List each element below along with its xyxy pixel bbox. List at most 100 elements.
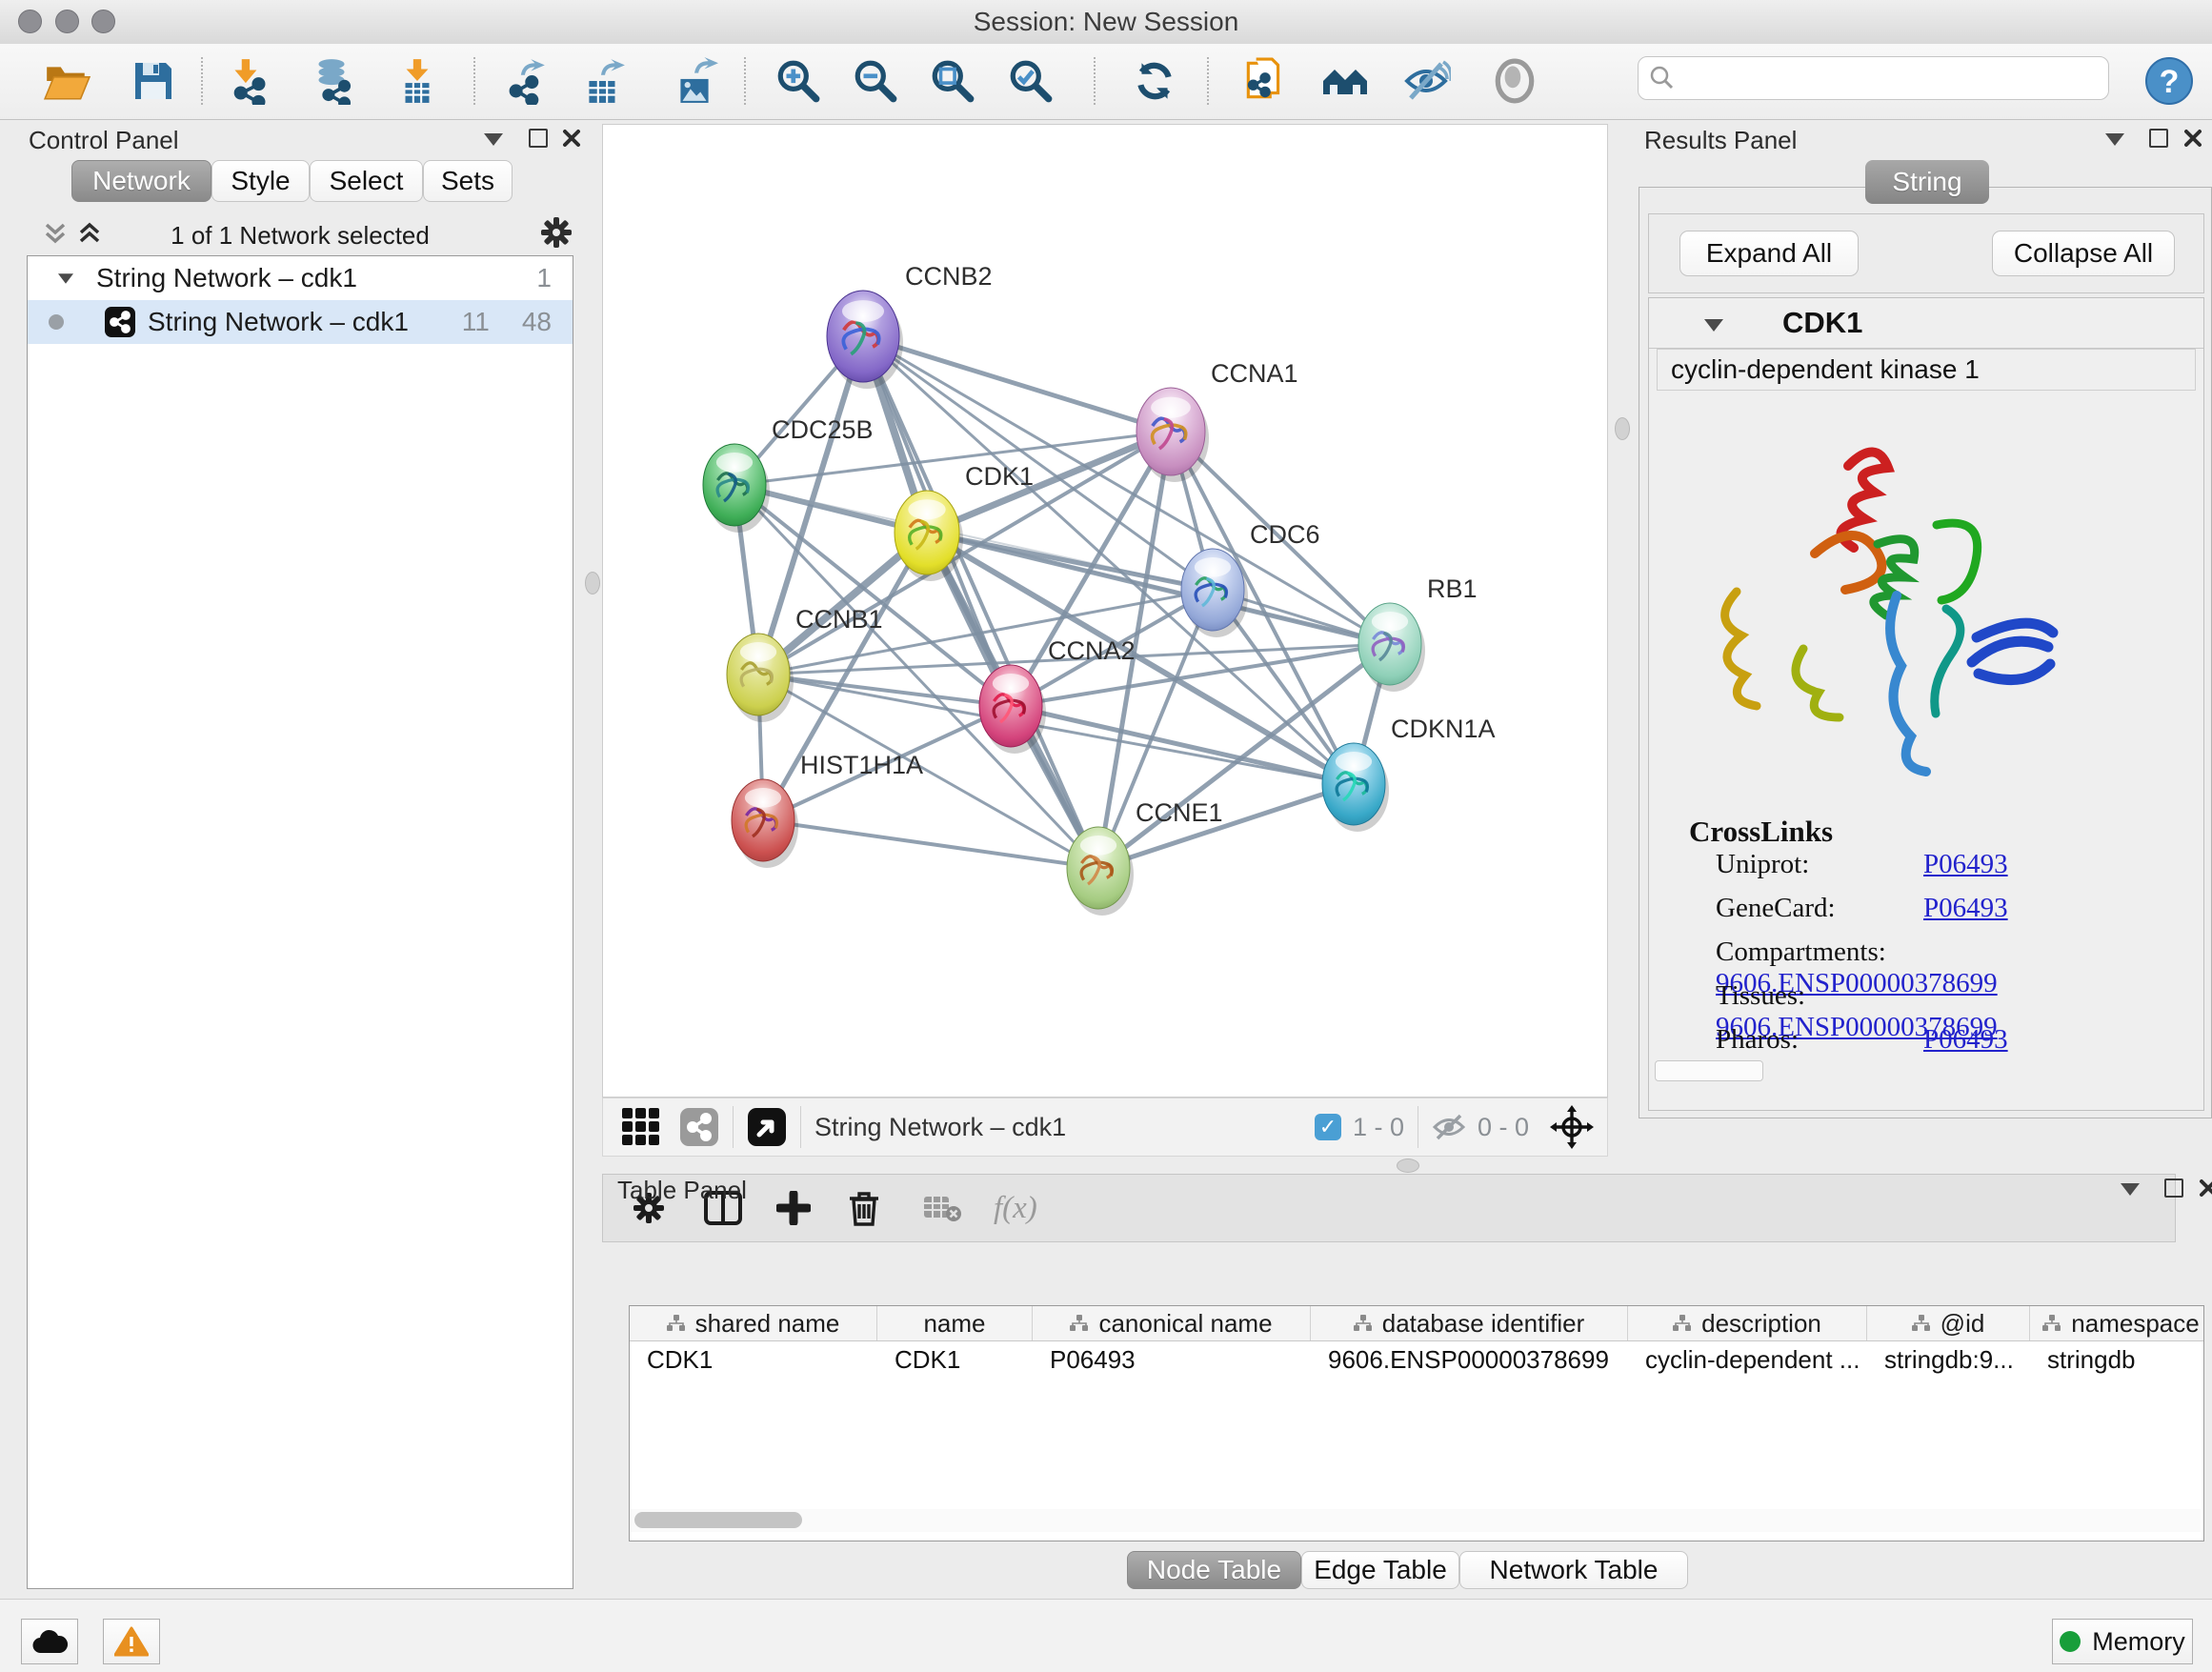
grid-view-icon[interactable] <box>620 1106 662 1148</box>
table-cell[interactable]: P06493 <box>1033 1341 1311 1378</box>
results-panel-menu-button[interactable] <box>2105 133 2124 146</box>
column-header-database-identifier[interactable]: database identifier <box>1311 1306 1628 1340</box>
node-label-CCNB1: CCNB1 <box>795 605 883 634</box>
delete-column-button[interactable] <box>834 1179 895 1237</box>
open-session-button[interactable] <box>40 54 93 108</box>
bottom-splitter-grip[interactable] <box>1397 1158 1419 1173</box>
zoom-selected-button[interactable] <box>1004 54 1057 108</box>
control-panel-float-button[interactable] <box>529 129 548 148</box>
import-network-file-button[interactable] <box>221 54 274 108</box>
entry-collapse-icon[interactable] <box>1704 319 1723 332</box>
graph-node-CCNA1[interactable]: CCNA1 <box>1136 359 1298 482</box>
tab-string[interactable]: String <box>1865 160 1989 204</box>
node-label-CDC6: CDC6 <box>1250 520 1320 549</box>
delete-table-button[interactable] <box>912 1179 973 1237</box>
zoom-fit-button[interactable] <box>926 54 979 108</box>
tab-node-table[interactable]: Node Table <box>1127 1551 1301 1589</box>
graph-edge-CCNB2-CCNA1[interactable] <box>863 336 1171 432</box>
search-input[interactable] <box>1686 59 2108 97</box>
cloud-status-button[interactable] <box>21 1619 78 1664</box>
control-panel-menu-button[interactable] <box>484 133 503 146</box>
tab-network-table[interactable]: Network Table <box>1459 1551 1688 1589</box>
import-table-button[interactable] <box>391 54 444 108</box>
graph-edge-CCNB2-RB1[interactable] <box>863 336 1390 644</box>
collection-expand-icon[interactable] <box>58 273 73 283</box>
tab-edge-table[interactable]: Edge Table <box>1301 1551 1459 1589</box>
search-bar[interactable] <box>1638 56 2109 100</box>
birdseye-view-icon[interactable] <box>747 1107 787 1147</box>
graph-edge-CCNB1-CCNA2[interactable] <box>758 675 1011 706</box>
function-builder-button[interactable]: f(x) <box>994 1191 1037 1226</box>
left-splitter-grip[interactable] <box>585 572 600 594</box>
create-column-button[interactable] <box>763 1179 824 1237</box>
crosslink-link[interactable]: P06493 <box>1923 1024 2008 1055</box>
export-table-button[interactable] <box>576 54 630 108</box>
table-cell[interactable]: CDK1 <box>630 1341 877 1378</box>
network-options-gear-icon[interactable] <box>539 215 573 250</box>
export-network-icon <box>501 57 549 105</box>
table-row[interactable]: CDK1CDK1P064939606.ENSP00000378699cyclin… <box>630 1341 2203 1378</box>
tab-sets[interactable]: Sets <box>423 160 513 202</box>
graph-node-RB1[interactable]: RB1 <box>1358 574 1478 692</box>
apply-layout-button[interactable] <box>1128 54 1181 108</box>
table-hscrollbar-thumb[interactable] <box>634 1512 802 1528</box>
entry-hscrollbar-thumb[interactable] <box>1655 1060 1763 1081</box>
column-header-name[interactable]: name <box>877 1306 1033 1340</box>
results-panel-float-button[interactable] <box>2149 129 2168 148</box>
tab-select[interactable]: Select <box>310 160 423 202</box>
export-network-button[interactable] <box>498 54 552 108</box>
column-header-canonical-name[interactable]: canonical name <box>1033 1306 1311 1340</box>
table-panel-menu-button[interactable] <box>2121 1183 2140 1196</box>
graph-node-CDKN1A[interactable]: CDKN1A <box>1322 715 1496 832</box>
graph-edge-HIST1H1A-CCNE1[interactable] <box>763 820 1098 868</box>
column-header-shared-name[interactable]: shared name <box>630 1306 877 1340</box>
graph-edge-CCNA2-CDKN1A[interactable] <box>1011 706 1354 784</box>
column-header--id[interactable]: @id <box>1867 1306 2030 1340</box>
node-label-CDKN1A: CDKN1A <box>1391 715 1496 743</box>
zoom-in-button[interactable] <box>772 54 825 108</box>
graph-edge-CCNB2-CCNE1[interactable] <box>863 336 1098 868</box>
table-cell[interactable]: cyclin-dependent ... <box>1628 1341 1867 1378</box>
memory-button[interactable]: Memory <box>2052 1619 2193 1664</box>
table-panel-close-button[interactable] <box>2199 1178 2212 1198</box>
right-splitter-grip[interactable] <box>1615 417 1630 440</box>
save-session-button[interactable] <box>127 54 180 108</box>
table-cell[interactable]: CDK1 <box>877 1341 1033 1378</box>
tab-style[interactable]: Style <box>211 160 310 202</box>
help-button[interactable]: ? <box>2142 54 2196 108</box>
footer-separator <box>800 1106 801 1148</box>
hidden-eye-icon[interactable] <box>1432 1112 1466 1142</box>
column-header-description[interactable]: description <box>1628 1306 1867 1340</box>
new-network-from-selection-button[interactable] <box>1237 54 1291 108</box>
first-neighbors-button[interactable] <box>1318 54 1372 108</box>
table-cell[interactable]: 9606.ENSP00000378699 <box>1311 1341 1628 1378</box>
export-image-button[interactable] <box>668 54 721 108</box>
import-network-database-button[interactable] <box>305 54 358 108</box>
tab-network[interactable]: Network <box>71 160 211 202</box>
toolbar-separator <box>473 57 475 105</box>
hide-selected-button[interactable] <box>1399 54 1453 108</box>
table-cell[interactable]: stringdb:9... <box>1867 1341 2030 1378</box>
crosslink-link[interactable]: P06493 <box>1923 849 2008 879</box>
network-share-badge-icon[interactable] <box>679 1107 719 1147</box>
table-hscrollbar-track[interactable] <box>631 1509 2201 1532</box>
expand-all-button[interactable]: Expand All <box>1679 231 1859 276</box>
warnings-button[interactable] <box>103 1619 160 1664</box>
table-panel-float-button[interactable] <box>2164 1178 2183 1198</box>
show-all-button[interactable] <box>1488 54 1541 108</box>
fit-selected-crosshair-icon[interactable] <box>1550 1105 1594 1149</box>
table-cell[interactable]: stringdb <box>2030 1341 2204 1378</box>
network-collection-row[interactable]: String Network – cdk1 1 <box>28 256 573 300</box>
control-panel-close-button[interactable] <box>562 129 581 148</box>
network-canvas[interactable]: CCNB2CCNA1CDC25BCDK1CDC6RB1CCNB1CCNA2CDK… <box>602 124 1608 1098</box>
gray-eye-icon <box>1491 57 1538 105</box>
selected-checkbox-icon[interactable]: ✓ <box>1315 1114 1341 1140</box>
column-header-namespace[interactable]: namespace <box>2030 1306 2204 1340</box>
graph-node-CCNE1[interactable]: CCNE1 <box>1067 798 1223 916</box>
zoom-fit-icon <box>929 57 976 105</box>
results-panel-close-button[interactable] <box>2183 129 2202 148</box>
zoom-out-button[interactable] <box>849 54 902 108</box>
collapse-all-button[interactable]: Collapse All <box>1992 231 2175 276</box>
crosslink-link[interactable]: P06493 <box>1923 893 2008 923</box>
network-row[interactable]: String Network – cdk1 11 48 <box>28 300 573 344</box>
